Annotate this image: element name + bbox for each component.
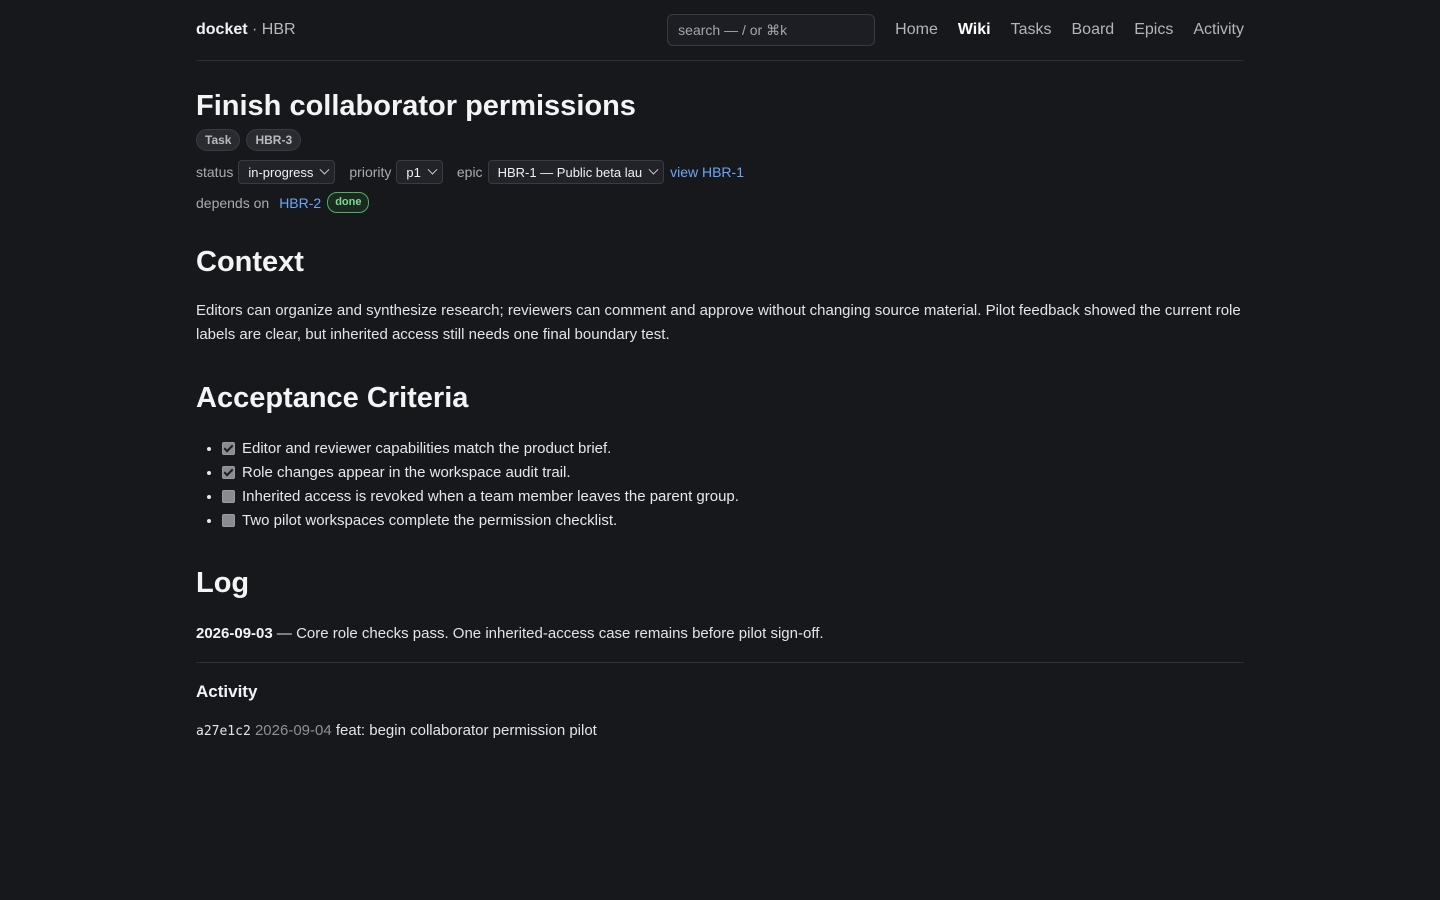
priority-label: priority xyxy=(349,164,392,180)
acceptance-heading: Acceptance Criteria xyxy=(196,382,469,414)
chevron-down-icon xyxy=(427,164,438,175)
chevron-down-icon xyxy=(319,164,330,175)
nav-activity[interactable]: Activity xyxy=(1193,21,1244,39)
epic-label: epic xyxy=(456,164,483,180)
activity-heading: Activity xyxy=(196,682,258,701)
search-input[interactable] xyxy=(667,14,876,46)
criteria-text: Editor and reviewer capabilities match t… xyxy=(242,440,612,457)
checkbox[interactable] xyxy=(222,466,235,479)
type-tag: Task xyxy=(196,129,241,151)
commit-hash: a27e1c2 xyxy=(196,724,251,739)
main-nav: Home Wiki Tasks Board Epics Activity xyxy=(895,21,1244,39)
criteria-text: Inherited access is revoked when a team … xyxy=(242,488,739,505)
context-heading: Context xyxy=(196,246,304,278)
status-badge: done xyxy=(327,192,370,213)
nav-epics[interactable]: Epics xyxy=(1134,21,1173,39)
list-item: Inherited access is revoked when a team … xyxy=(222,485,1244,509)
nav-home[interactable]: Home xyxy=(895,21,938,39)
brand-name: docket xyxy=(196,21,248,38)
view-epic-link[interactable]: view HBR-1 xyxy=(670,164,744,180)
checkbox[interactable] xyxy=(222,490,235,503)
brand-separator: · xyxy=(247,21,262,38)
nav-wiki[interactable]: Wiki xyxy=(958,21,991,39)
criteria-text: Two pilot workspaces complete the permis… xyxy=(242,512,618,529)
top-right: Home Wiki Tasks Board Epics Activity xyxy=(667,14,1244,46)
tag-list: Task HBR-3 xyxy=(196,129,1244,151)
log-text: — Core role checks pass. One inherited-a… xyxy=(272,625,824,642)
dependency-link[interactable]: HBR-2 xyxy=(279,195,321,211)
criteria-list: Editor and reviewer capabilities match t… xyxy=(196,437,1244,533)
status-value: in-progress xyxy=(248,164,314,180)
commit-date: 2026-09-04 xyxy=(254,722,332,739)
page-title: Finish collaborator permissions xyxy=(196,90,636,122)
activity-row: a27e1c2 2026-09-04 feat: begin collabora… xyxy=(196,722,1244,739)
id-tag: HBR-3 xyxy=(246,129,302,151)
checkbox[interactable] xyxy=(222,514,235,527)
priority-value: p1 xyxy=(406,164,421,180)
brand[interactable]: docket · HBR xyxy=(196,21,296,39)
list-item: Role changes appear in the workspace aud… xyxy=(222,461,1244,485)
page: docket · HBR Home Wiki Tasks Board Epics… xyxy=(196,0,1244,739)
depends-label: depends on xyxy=(196,194,270,211)
brand-project: HBR xyxy=(261,21,296,38)
epic-value: HBR-1 — Public beta lau xyxy=(497,164,643,180)
nav-tasks[interactable]: Tasks xyxy=(1011,21,1052,39)
dependencies: depends on HBR-2 done xyxy=(196,192,1244,213)
criteria-text: Role changes appear in the workspace aud… xyxy=(242,464,571,481)
chevron-down-icon xyxy=(648,164,659,175)
commit-message: feat: begin collaborator permission pilo… xyxy=(335,722,597,739)
log-date: 2026-09-03 xyxy=(196,625,273,642)
priority-select[interactable]: p1 xyxy=(396,160,443,184)
log-heading: Log xyxy=(196,567,250,599)
list-item: Editor and reviewer capabilities match t… xyxy=(222,437,1244,461)
status-select[interactable]: in-progress xyxy=(238,160,336,184)
log-entry: 2026-09-03 — Core role checks pass. One … xyxy=(196,622,1244,663)
list-item: Two pilot workspaces complete the permis… xyxy=(222,509,1244,533)
status-label: status xyxy=(196,164,234,180)
epic-select[interactable]: HBR-1 — Public beta lau xyxy=(487,160,665,184)
task-meta: status in-progress priority p1 epic HBR-… xyxy=(196,160,1244,184)
nav-board[interactable]: Board xyxy=(1072,21,1115,39)
checkbox[interactable] xyxy=(222,442,235,455)
context-body: Editors can organize and synthesize rese… xyxy=(196,302,1241,343)
top-bar: docket · HBR Home Wiki Tasks Board Epics… xyxy=(196,0,1244,61)
